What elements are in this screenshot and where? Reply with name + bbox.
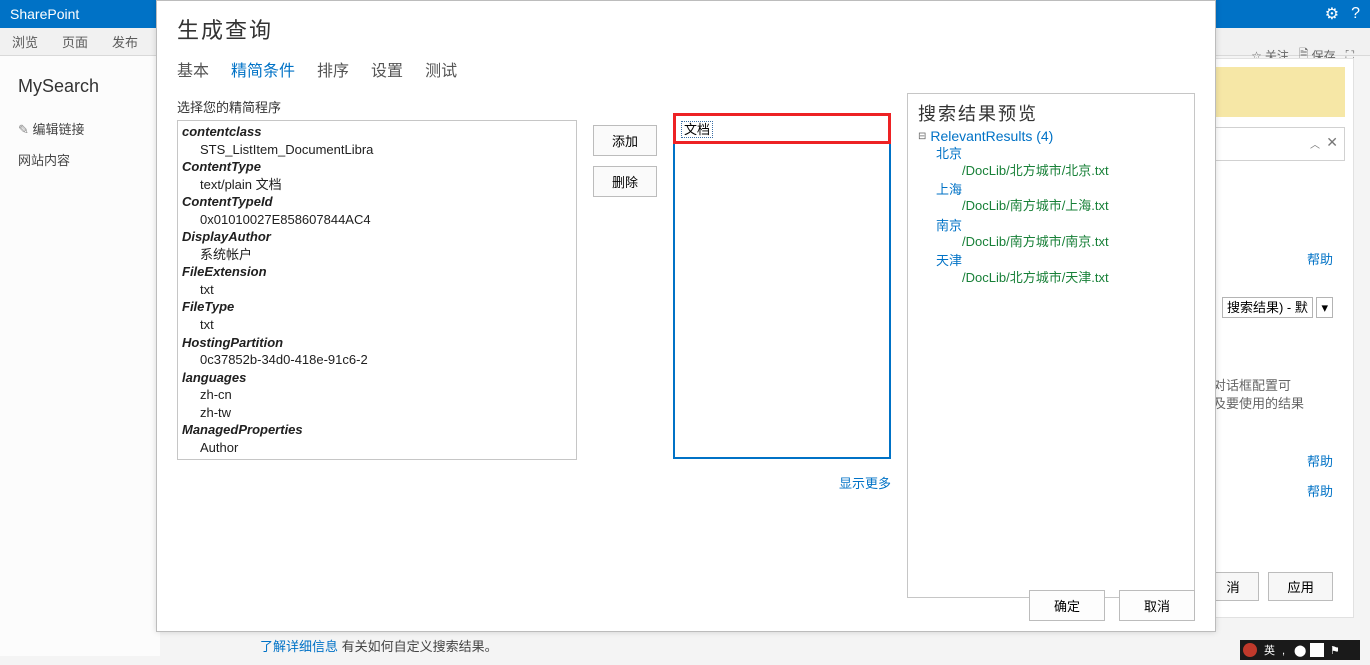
refiner-value[interactable]: Author <box>182 439 572 457</box>
result-title[interactable]: 北京 <box>918 146 1184 162</box>
selected-refiners-box[interactable]: 文档 <box>673 113 891 459</box>
svg-text:⬤: ⬤ <box>1294 645 1306 657</box>
dialog-tabs: 基本 精简条件 排序 设置 测试 <box>157 53 1215 89</box>
refiner-heading[interactable]: contentclass <box>182 123 572 141</box>
ok-button[interactable]: 确定 <box>1029 590 1105 621</box>
ribbon-tab-publish[interactable]: 发布 <box>100 28 150 55</box>
dialog-title: 生成查询 <box>157 1 1215 53</box>
refiner-value[interactable]: txt <box>182 281 572 299</box>
refiner-heading[interactable]: FileExtension <box>182 263 572 281</box>
nav-title: MySearch <box>0 66 160 113</box>
help-link-2[interactable]: 帮助 <box>1307 451 1333 470</box>
ribbon-tab-browse[interactable]: 浏览 <box>0 28 50 55</box>
result-path: /DocLib/南方城市/上海.txt <box>918 197 1184 215</box>
result-title[interactable]: 上海 <box>918 182 1184 198</box>
relevant-results-toggle[interactable]: RelevantResults (4) <box>918 128 1184 144</box>
show-more-link[interactable]: 显示更多 <box>839 476 891 491</box>
add-button[interactable]: 添加 <box>593 125 657 156</box>
remove-button[interactable]: 删除 <box>593 166 657 197</box>
refiner-value[interactable]: AuthorOWSUSER <box>182 456 572 460</box>
refiner-listbox[interactable]: contentclassSTS_ListItem_DocumentLibraCo… <box>177 120 577 460</box>
refiner-heading[interactable]: ManagedProperties <box>182 421 572 439</box>
refiner-value[interactable]: txt <box>182 316 572 334</box>
chevron-icon[interactable]: ︿ <box>1310 136 1320 151</box>
result-path: /DocLib/北方城市/北京.txt <box>918 162 1184 180</box>
selected-refiner-item[interactable]: 文档 <box>675 115 889 142</box>
tab-test[interactable]: 测试 <box>425 53 457 85</box>
refiner-value[interactable]: 0c37852b-34d0-418e-91c6-2 <box>182 351 572 369</box>
refiner-value[interactable]: STS_ListItem_DocumentLibra <box>182 141 572 159</box>
tab-basic[interactable]: 基本 <box>177 53 209 85</box>
cancel-button[interactable]: 取消 <box>1119 590 1195 621</box>
refiner-heading[interactable]: ContentTypeId <box>182 193 572 211</box>
result-title[interactable]: 南京 <box>918 218 1184 234</box>
svg-text:英: 英 <box>1264 643 1275 657</box>
help-link-3[interactable]: 帮助 <box>1307 481 1333 500</box>
refiner-heading[interactable]: DisplayAuthor <box>182 228 572 246</box>
ime-bar: 英 , ⬤ ⚑ <box>1240 640 1360 663</box>
tab-settings[interactable]: 设置 <box>371 53 403 85</box>
svg-text:⚑: ⚑ <box>1330 645 1340 657</box>
refiner-value[interactable]: text/plain 文档 <box>182 176 572 194</box>
left-nav: MySearch 编辑链接 网站内容 <box>0 56 160 656</box>
refiner-heading[interactable]: ContentType <box>182 158 572 176</box>
results-list: 北京 /DocLib/北方城市/北京.txt 上海 /DocLib/南方城市/上海… <box>918 146 1184 287</box>
bg-apply-button[interactable]: 应用 <box>1268 572 1333 601</box>
side-text-1: 对话框配置可 <box>1213 377 1333 395</box>
help-icon[interactable]: ? <box>1351 5 1360 23</box>
sharepoint-brand: SharePoint <box>10 6 79 22</box>
refiner-value[interactable]: zh-tw <box>182 404 572 422</box>
tab-refiners[interactable]: 精简条件 <box>231 53 295 85</box>
gear-icon[interactable]: ⚙ <box>1325 4 1339 24</box>
svg-text:,: , <box>1282 645 1285 657</box>
side-text-2: 及要使用的结果 <box>1213 395 1333 413</box>
learn-more: 了解详细信息 有关如何自定义搜索结果。 <box>260 636 498 655</box>
build-query-dialog: 生成查询 基本 精简条件 排序 设置 测试 选择您的精简程序 contentcl… <box>156 0 1216 632</box>
refiner-heading[interactable]: FileType <box>182 298 572 316</box>
learn-more-link[interactable]: 了解详细信息 <box>260 639 338 654</box>
result-source-dropdown[interactable]: 搜索结果) - 默 <box>1222 297 1313 318</box>
dropdown-arrow-icon[interactable]: ▾ <box>1316 297 1333 318</box>
nav-site-content[interactable]: 网站内容 <box>0 144 160 175</box>
ribbon-tab-page[interactable]: 页面 <box>50 28 100 55</box>
tab-sort[interactable]: 排序 <box>317 53 349 85</box>
preview-title: 搜索结果预览 <box>918 98 1184 128</box>
help-link-1[interactable]: 帮助 <box>1307 249 1333 268</box>
refiner-value[interactable]: 0x01010027E858607844AC4 <box>182 211 572 229</box>
result-title[interactable]: 天津 <box>918 253 1184 269</box>
refiner-heading[interactable]: languages <box>182 369 572 387</box>
refiner-value[interactable]: zh-cn <box>182 386 572 404</box>
preview-panel: 搜索结果预览 RelevantResults (4) 北京 /DocLib/北方… <box>907 93 1195 598</box>
refiner-section-label: 选择您的精简程序 <box>177 93 577 120</box>
result-path: /DocLib/南方城市/南京.txt <box>918 233 1184 251</box>
close-icon[interactable]: ✕ <box>1326 134 1338 151</box>
refiner-heading[interactable]: HostingPartition <box>182 334 572 352</box>
nav-edit-links[interactable]: 编辑链接 <box>0 113 160 144</box>
result-path: /DocLib/北方城市/天津.txt <box>918 269 1184 287</box>
refiner-value[interactable]: 系统帐户 <box>182 246 572 264</box>
